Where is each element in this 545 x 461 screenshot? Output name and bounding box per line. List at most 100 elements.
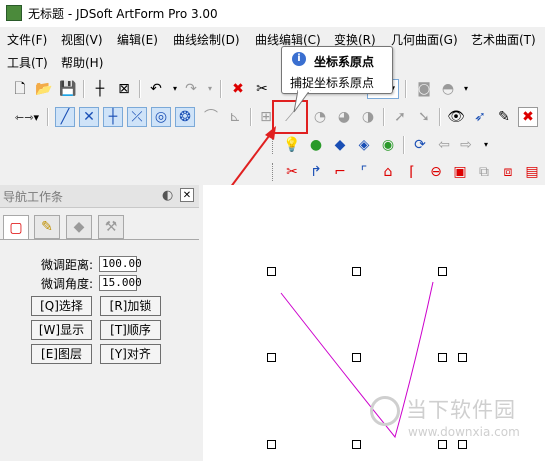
blend-icon[interactable]: ⌈ [402, 162, 422, 182]
save-icon[interactable]: 💾 [58, 79, 78, 99]
watermark-logo-icon [370, 396, 400, 426]
redo-dropdown-icon[interactable]: ▾ [200, 79, 220, 99]
close-red-icon[interactable]: ✖ [518, 107, 538, 127]
fillet-icon[interactable]: ⌐ [330, 162, 350, 182]
control-point[interactable] [438, 353, 447, 362]
bulb-icon-5[interactable]: ◉ [378, 135, 398, 155]
display-button[interactable]: [W]显示 [31, 320, 92, 340]
menu-curve-draw[interactable]: 曲线绘制(D) [173, 31, 240, 48]
control-point[interactable] [352, 440, 361, 449]
align-button[interactable]: [Y]对齐 [100, 344, 161, 364]
shade-icon-3[interactable]: ◑ [358, 107, 378, 127]
control-point[interactable] [438, 267, 447, 276]
tooltip-pointer [293, 90, 311, 113]
panel-title: 导航工作条 [3, 190, 64, 204]
arrow-tool-icon-2[interactable]: ➘ [414, 107, 434, 127]
select-button[interactable]: [Q]选择 [31, 296, 92, 316]
bulb-icon-3[interactable]: ◆ [330, 135, 350, 155]
arrow-right-icon[interactable]: ⇨ [456, 135, 476, 155]
control-point[interactable] [352, 267, 361, 276]
control-point[interactable] [458, 353, 467, 362]
light-icon[interactable]: ◓ [438, 79, 458, 99]
snap-cross-icon[interactable]: ⤫ [127, 107, 147, 127]
menu-bar-2: 工具(T) 帮助(H) [0, 51, 545, 73]
square-icon[interactable]: ▣ [450, 162, 470, 182]
eye-icon[interactable]: 👁 [446, 107, 466, 127]
curve-edit-toolbar: ✂ ↱ ⌐ ⌜ ⌂ ⌈ ⊖ ▣ ⧉ ⧈ ▤ [272, 159, 545, 185]
chamfer-icon[interactable]: ⌂ [378, 162, 398, 182]
snap-intersect-icon[interactable]: ✕ [79, 107, 99, 127]
snap-quadrant-icon[interactable]: ❂ [175, 107, 195, 127]
cut-icon[interactable]: ✂ [252, 79, 272, 99]
copy-shape-icon[interactable]: ⧉ [474, 162, 494, 182]
undo-icon[interactable]: ↶ [146, 79, 166, 99]
lock-button[interactable]: [R]加锁 [100, 296, 161, 316]
panel-title-bar: 导航工作条 ◐ ✕ [0, 185, 199, 208]
pointer-tool-icon[interactable]: ➶ [470, 107, 490, 127]
more-icon[interactable]: ▤ [522, 162, 542, 182]
menu-help[interactable]: 帮助(H) [61, 54, 103, 71]
snap-center-icon[interactable]: ◎ [151, 107, 171, 127]
fine-angle-input[interactable]: 15.000 [99, 275, 142, 291]
camera-icon[interactable]: ◙ [414, 79, 434, 99]
window-title: 无标题 - JDSoft ArtForm Pro 3.00 [28, 7, 218, 21]
navigation-panel: 导航工作条 ◐ ✕ ▢ ✎ ◆ ⚒ 微调距离: 100.00 微调角度: 15.… [0, 185, 199, 461]
extend-icon[interactable]: ↱ [306, 162, 326, 182]
edit-tool-icon[interactable]: ✎ [494, 107, 514, 127]
order-button[interactable]: [T]顺序 [100, 320, 161, 340]
menu-geometry-surface[interactable]: 几何曲面(G) [391, 31, 458, 48]
menu-art-surface[interactable]: 艺术曲面(T) [471, 31, 536, 48]
bulb-blue-icon[interactable]: 💡 [282, 135, 302, 155]
offset-icon[interactable]: ⧈ [498, 162, 518, 182]
standard-toolbar: 🗋 📂 💾 ┼ ⊠ ↶ ▾ ↷ ▾ ✖ ✂ ⧉ ▾ ◙ ◓ ▾ [0, 76, 545, 102]
bulb-green-icon[interactable]: ● [306, 135, 326, 155]
tab-surface[interactable]: ◆ [66, 215, 92, 239]
watermark: 当下软件园 www.downxia.com [370, 392, 545, 452]
arrows-dropdown-icon[interactable]: ▾ [476, 135, 496, 155]
redo-icon[interactable]: ↷ [181, 79, 201, 99]
fine-distance-input[interactable]: 100.00 [99, 256, 142, 272]
tab-layers[interactable]: ▢ [3, 215, 29, 239]
refresh-icon[interactable]: ⟳ [410, 135, 430, 155]
layers-icon: ▢ [9, 219, 23, 236]
title-bar: 无标题 - JDSoft ArtForm Pro 3.00 [0, 0, 545, 27]
fine-angle-label: 微调角度: [41, 277, 94, 291]
new-file-icon[interactable]: 🗋 [10, 79, 30, 99]
menu-bar: 文件(F) 视图(V) 编辑(E) 曲线绘制(D) 曲线编辑(C) 变换(R) … [0, 28, 545, 50]
close-icon[interactable]: ✕ [180, 188, 194, 202]
delete-icon[interactable]: ✖ [228, 79, 248, 99]
pin-icon[interactable]: ◐ [162, 188, 173, 203]
tool-icon: ⚒ [104, 219, 118, 235]
arrow-tool-icon-1[interactable]: ➚ [390, 107, 410, 127]
menu-view[interactable]: 视图(V) [61, 31, 103, 48]
menu-tools[interactable]: 工具(T) [7, 54, 48, 71]
info-icon: i [292, 52, 306, 66]
light-toolbar: 💡 ● ◆ ◈ ◉ ⟳ ⇦ ⇨ ▾ [272, 132, 545, 158]
watermark-url: www.downxia.com [408, 425, 520, 439]
trim-icon[interactable]: ✂ [282, 162, 302, 182]
control-point[interactable] [267, 267, 276, 276]
snap-line-icon[interactable]: ╱ [55, 107, 75, 127]
light-dropdown-icon[interactable]: ▾ [456, 79, 476, 99]
surface-icon: ◆ [73, 219, 85, 235]
control-point[interactable] [267, 353, 276, 362]
tab-tools[interactable]: ⚒ [98, 215, 124, 239]
pencil-icon: ✎ [41, 219, 53, 235]
open-folder-icon[interactable]: 📂 [34, 79, 54, 99]
crosshair-icon[interactable]: ┼ [90, 79, 110, 99]
control-point[interactable] [352, 353, 361, 362]
layer-button[interactable]: [E]图层 [31, 344, 92, 364]
capsule-icon[interactable]: ⊖ [426, 162, 446, 182]
snap-midpoint-icon[interactable]: ┼ [103, 107, 123, 127]
move-arrows-icon[interactable]: ⇽⇾▾ [12, 107, 42, 127]
menu-file[interactable]: 文件(F) [7, 31, 47, 48]
shade-icon-2[interactable]: ◕ [334, 107, 354, 127]
box-cross-icon[interactable]: ⊠ [114, 79, 134, 99]
arrow-left-icon[interactable]: ⇦ [434, 135, 454, 155]
corner-icon[interactable]: ⌜ [354, 162, 374, 182]
bulb-icon-4[interactable]: ◈ [354, 135, 374, 155]
menu-edit[interactable]: 编辑(E) [117, 31, 158, 48]
app-icon [6, 5, 22, 21]
tab-edit[interactable]: ✎ [34, 215, 60, 239]
control-point[interactable] [267, 440, 276, 449]
